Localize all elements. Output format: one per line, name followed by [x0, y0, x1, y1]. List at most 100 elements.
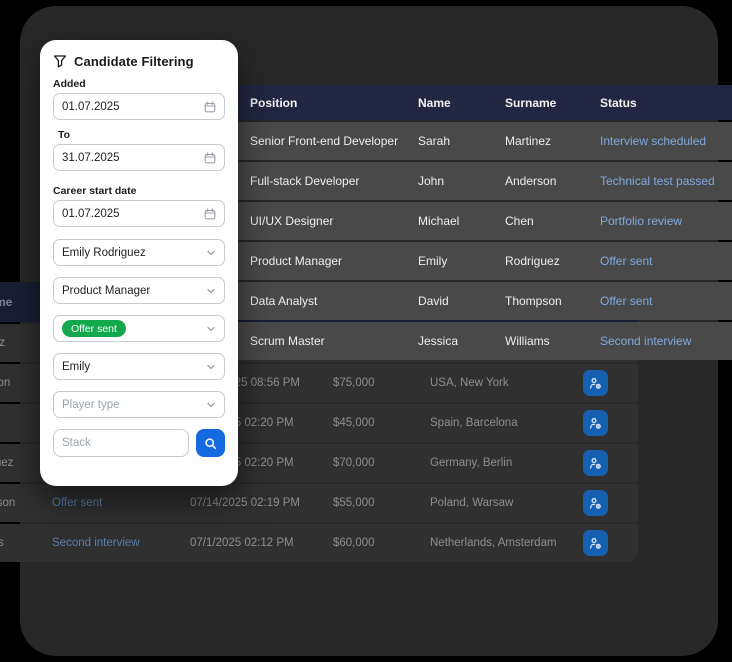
- surname-cell: Williams: [0, 537, 4, 549]
- table-row: Williams Second interview 07/1/2025 02:1…: [0, 524, 638, 562]
- surname-cell: Martinez: [0, 337, 6, 349]
- chevron-down-icon: [206, 362, 216, 372]
- header-cell-surname: Surname: [0, 295, 13, 309]
- user-settings-button[interactable]: [583, 490, 608, 516]
- player-type-placeholder: Player type: [62, 398, 120, 411]
- stack-input[interactable]: [53, 429, 189, 457]
- position-cell: UI/UX Designer: [250, 214, 334, 228]
- name-select[interactable]: Emily: [53, 353, 225, 380]
- candidate-select[interactable]: Emily Rodriguez: [53, 239, 225, 266]
- surname-cell: Anderson: [505, 174, 557, 188]
- filter-panel: Candidate Filtering Added 01.07.2025 To …: [40, 40, 238, 486]
- table-row: Data Analyst David Thompson Offer sent: [238, 282, 732, 320]
- player-type-select[interactable]: Player type: [53, 391, 225, 418]
- page-title: Candidate Filtering: [74, 53, 194, 69]
- surname-cell: Williams: [505, 334, 550, 348]
- calendar-icon: [204, 207, 216, 220]
- app-screen: Surname Martinez Anderson Technical test…: [0, 0, 732, 662]
- chevron-down-icon: [206, 400, 216, 410]
- status-link[interactable]: Interview scheduled: [600, 122, 706, 160]
- status-link[interactable]: Second interview: [52, 524, 140, 562]
- salary-cell: $45,000: [333, 417, 375, 429]
- surname-cell: Rodriguez: [0, 457, 14, 469]
- status-select[interactable]: Offer sent: [53, 315, 225, 342]
- added-cell: 07/1/2025 02:12 PM: [190, 537, 294, 549]
- candidates-table: Position Name Surname Status Senior Fron…: [238, 85, 732, 360]
- stack-search-row: [53, 429, 225, 457]
- name-cell: Sarah: [418, 134, 451, 148]
- offer-sent-badge: Offer sent: [62, 320, 126, 337]
- header-cell-status: Status: [600, 95, 637, 110]
- table-row: Full-stack Developer John Anderson Techn…: [238, 162, 732, 200]
- user-settings-button[interactable]: [583, 370, 608, 396]
- surname-cell: Thompson: [505, 294, 562, 308]
- table-header: Position Name Surname Status: [238, 85, 732, 120]
- table-row: Senior Front-end Developer Sarah Martine…: [238, 122, 732, 160]
- table-row: Thompson Offer sent 07/14/2025 02:19 PM …: [0, 484, 638, 522]
- chevron-down-icon: [206, 248, 216, 258]
- status-link[interactable]: Offer sent: [52, 484, 102, 522]
- added-to-value: 31.07.2025: [62, 151, 120, 164]
- chevron-down-icon: [206, 324, 216, 334]
- header-cell-name: Name: [418, 95, 451, 110]
- position-select[interactable]: Product Manager: [53, 277, 225, 304]
- name-cell: Emily: [418, 254, 448, 268]
- surname-cell: Anderson: [0, 377, 11, 389]
- career-start-date-value: 01.07.2025: [62, 207, 120, 220]
- status-link[interactable]: Portfolio review: [600, 202, 682, 240]
- user-settings-button[interactable]: [583, 410, 608, 436]
- added-from-value: 01.07.2025: [62, 100, 120, 113]
- surname-cell: Chen: [505, 214, 534, 228]
- salary-cell: $70,000: [333, 457, 375, 469]
- location-cell: USA, New York: [430, 377, 509, 389]
- user-settings-button[interactable]: [583, 450, 608, 476]
- candidate-select-value: Emily Rodriguez: [62, 246, 146, 259]
- name-cell: Michael: [418, 214, 460, 228]
- table-row: UI/UX Designer Michael Chen Portfolio re…: [238, 202, 732, 240]
- position-cell: Senior Front-end Developer: [250, 134, 399, 148]
- name-select-value: Emily: [62, 360, 91, 373]
- location-cell: Spain, Barcelona: [430, 417, 518, 429]
- user-settings-icon: [589, 457, 602, 470]
- name-cell: David: [418, 294, 449, 308]
- surname-cell: Martinez: [505, 134, 552, 148]
- table-row: Product Manager Emily Rodriguez Offer se…: [238, 242, 732, 280]
- surname-cell: Thompson: [0, 497, 16, 509]
- user-settings-button[interactable]: [583, 530, 608, 556]
- header-cell-position: Position: [250, 95, 298, 110]
- added-from-input[interactable]: 01.07.2025: [53, 93, 225, 120]
- header-cell-surname: Surname: [505, 95, 557, 110]
- user-settings-icon: [589, 537, 602, 550]
- career-start-date-label: Career start date: [53, 185, 137, 197]
- location-cell: Germany, Berlin: [430, 457, 513, 469]
- position-cell: Product Manager: [250, 254, 343, 268]
- position-cell: Scrum Master: [250, 334, 325, 348]
- surname-cell: Rodriguez: [505, 254, 560, 268]
- status-link[interactable]: Technical test passed: [600, 162, 715, 200]
- salary-cell: $60,000: [333, 537, 375, 549]
- location-cell: Poland, Warsaw: [430, 497, 514, 509]
- search-button[interactable]: [196, 429, 225, 457]
- table-row: Scrum Master Jessica Williams Second int…: [238, 322, 732, 360]
- name-cell: John: [418, 174, 445, 188]
- to-label: To: [58, 129, 71, 141]
- funnel-icon: [53, 54, 67, 68]
- position-cell: Data Analyst: [250, 294, 318, 308]
- added-cell: 07/14/2025 02:19 PM: [190, 497, 300, 509]
- search-icon: [204, 437, 217, 450]
- position-select-value: Product Manager: [62, 284, 151, 297]
- user-settings-icon: [589, 497, 602, 510]
- career-start-date-input[interactable]: 01.07.2025: [53, 200, 225, 227]
- user-settings-icon: [589, 377, 602, 390]
- location-cell: Netherlands, Amsterdam: [430, 537, 557, 549]
- user-settings-icon: [589, 417, 602, 430]
- panel-title-row: Candidate Filtering: [53, 52, 225, 70]
- salary-cell: $55,000: [333, 497, 375, 509]
- chevron-down-icon: [206, 286, 216, 296]
- status-link[interactable]: Offer sent: [600, 282, 652, 320]
- status-link[interactable]: Second interview: [600, 322, 691, 360]
- status-link[interactable]: Offer sent: [600, 242, 652, 280]
- position-cell: Full-stack Developer: [250, 174, 360, 188]
- added-to-input[interactable]: 31.07.2025: [53, 144, 225, 171]
- salary-cell: $75,000: [333, 377, 375, 389]
